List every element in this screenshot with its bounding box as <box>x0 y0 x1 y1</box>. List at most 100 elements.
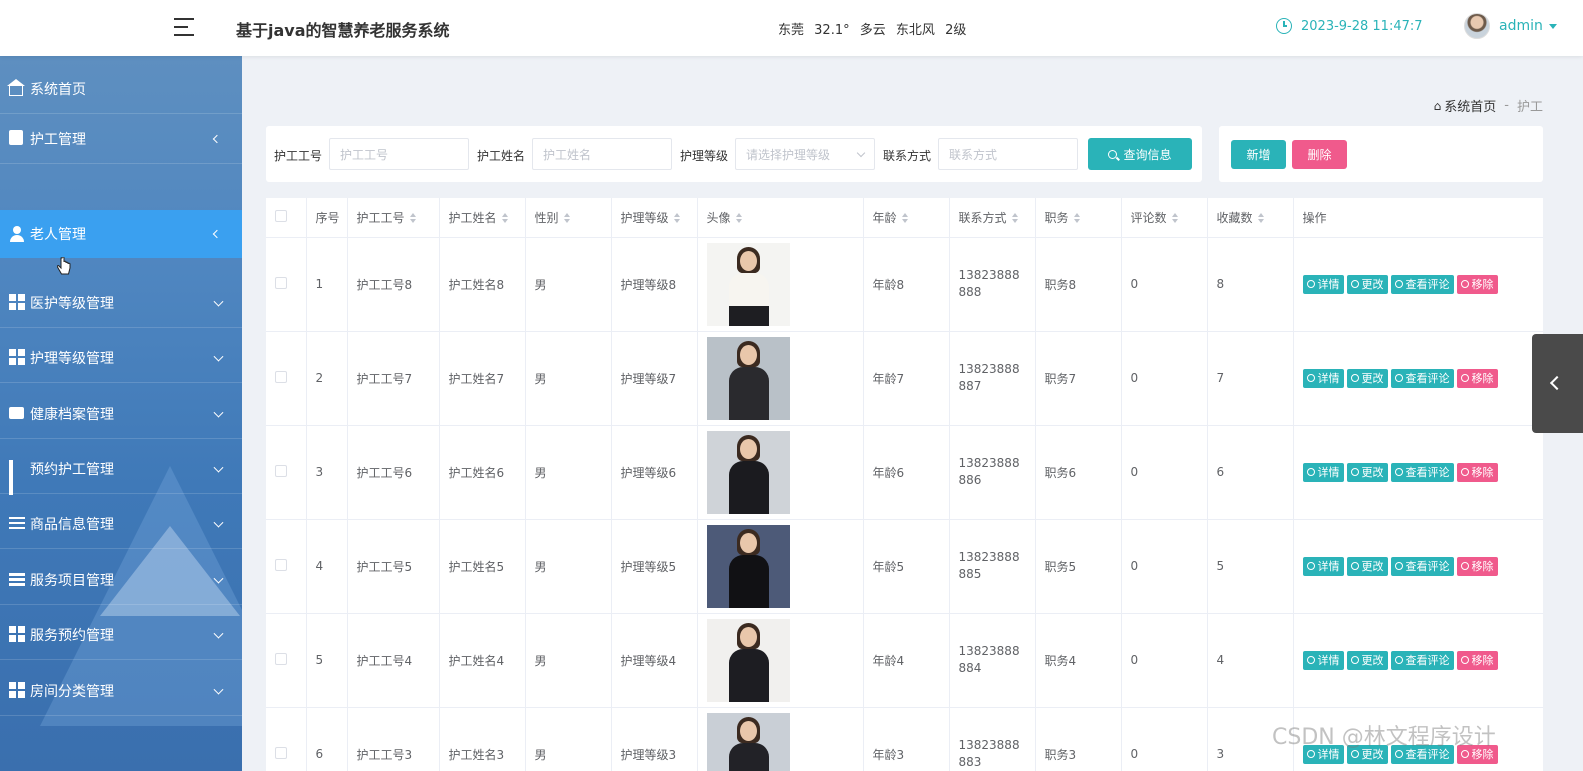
cell-care-level: 护理等级4 <box>611 613 698 708</box>
sidebar-item-caregiver-booking[interactable]: 预约护工管理 <box>0 444 242 495</box>
card-icon <box>9 407 24 419</box>
sidebar-item-care-level[interactable]: 护理等级管理 <box>0 333 242 383</box>
sidebar-item-medical-level[interactable]: 医护等级管理 <box>0 278 242 328</box>
sidebar-item-label: 服务项目管理 <box>30 572 114 589</box>
delete-button[interactable]: 删除 <box>1292 140 1347 169</box>
detail-button[interactable]: 详情 <box>1302 368 1344 388</box>
detail-button[interactable]: 详情 <box>1302 556 1344 576</box>
column-header[interactable]: 联系方式 <box>949 198 1036 238</box>
caret-down-icon[interactable] <box>1548 23 1557 29</box>
detail-button[interactable]: 详情 <box>1302 650 1344 670</box>
cell-comments: 0 <box>1121 331 1208 426</box>
menu-toggle-icon[interactable] <box>174 17 196 37</box>
view-comments-button[interactable]: 查看评论 <box>1390 556 1454 576</box>
caregiver-photo[interactable] <box>706 242 790 326</box>
sidebar-item-service-items[interactable]: 服务项目管理 <box>0 555 242 605</box>
cell-care-level: 护理等级5 <box>611 519 698 614</box>
view-comments-button[interactable]: 查看评论 <box>1390 650 1454 670</box>
sidebar-item-label: 系统首页 <box>30 81 86 98</box>
sort-icon[interactable] <box>409 213 417 224</box>
column-header[interactable]: 头像 <box>697 198 864 238</box>
sidebar-item-elderly-management[interactable]: 老人管理 <box>0 210 242 258</box>
sidebar-item-home[interactable]: 系统首页 <box>0 64 242 114</box>
sidebar-item-caregiver-management[interactable]: 护工管理 <box>0 114 242 164</box>
weather-condition: 多云 <box>859 23 886 38</box>
sort-icon[interactable] <box>673 213 681 224</box>
sort-icon[interactable] <box>1011 213 1019 224</box>
column-header[interactable]: 年龄 <box>863 198 950 238</box>
avatar[interactable] <box>1464 13 1490 39</box>
row-checkbox[interactable] <box>275 276 287 289</box>
top-header: 基于java的智慧养老服务系统 东莞 32.1° 多云 东北风 2级 2023-… <box>0 0 1583 56</box>
close-icon <box>1460 374 1469 382</box>
care-level-select[interactable]: 请选择护理等级 <box>735 138 875 170</box>
column-header[interactable]: 护理等级 <box>611 198 698 238</box>
cell-operations: 详情 更改 查看评论 移除 <box>1293 613 1543 708</box>
edit-button[interactable]: 更改 <box>1346 462 1388 482</box>
column-header[interactable]: 职务 <box>1035 198 1122 238</box>
cell-gender: 男 <box>525 331 612 426</box>
row-checkbox[interactable] <box>275 558 287 571</box>
chevron-down-icon <box>213 351 224 362</box>
edit-button[interactable]: 更改 <box>1346 368 1388 388</box>
cell-age: 年龄5 <box>863 519 950 614</box>
username[interactable]: admin <box>1499 18 1543 34</box>
cell-photo <box>697 519 864 614</box>
view-comments-button[interactable]: 查看评论 <box>1390 274 1454 294</box>
caregiver-name-input[interactable]: 护工姓名 <box>532 138 672 170</box>
caregiver-photo[interactable] <box>706 618 790 702</box>
remove-button[interactable]: 移除 <box>1456 556 1498 576</box>
care-level-label: 护理等级 <box>680 149 729 163</box>
row-checkbox[interactable] <box>275 746 287 759</box>
sort-icon[interactable] <box>735 213 743 224</box>
column-header[interactable]: 性别 <box>525 198 612 238</box>
view-comments-button[interactable]: 查看评论 <box>1390 368 1454 388</box>
remove-button[interactable]: 移除 <box>1456 368 1498 388</box>
edit-button[interactable]: 更改 <box>1346 556 1388 576</box>
caregiver-photo[interactable] <box>706 712 790 771</box>
cell-photo <box>697 237 864 332</box>
column-header[interactable]: 护工工号 <box>347 198 440 238</box>
sort-icon[interactable] <box>1257 213 1265 224</box>
grid-icon <box>9 626 25 642</box>
sidebar-item-health-records[interactable]: 健康档案管理 <box>0 389 242 439</box>
cell-index: 6 <box>306 707 348 771</box>
cell-phone: 13823888884 <box>949 613 1036 708</box>
caregiver-photo[interactable] <box>706 430 790 514</box>
column-header[interactable]: 护工姓名 <box>439 198 526 238</box>
row-checkbox[interactable] <box>275 652 287 665</box>
sidebar-item-service-booking[interactable]: 服务预约管理 <box>0 610 242 660</box>
remove-button[interactable]: 移除 <box>1456 650 1498 670</box>
user-menu[interactable]: admin <box>1464 13 1557 39</box>
caregiver-id-input[interactable]: 护工工号 <box>329 138 469 170</box>
query-button[interactable]: 查询信息 <box>1088 138 1192 170</box>
edit-button[interactable]: 更改 <box>1346 274 1388 294</box>
remove-button[interactable]: 移除 <box>1456 274 1498 294</box>
cell-caregiver-id: 护工工号6 <box>347 425 440 520</box>
select-all-checkbox[interactable] <box>275 209 287 222</box>
column-header[interactable]: 收藏数 <box>1207 198 1294 238</box>
row-checkbox[interactable] <box>275 464 287 477</box>
sidebar-item-room-category[interactable]: 房间分类管理 <box>0 666 242 716</box>
edit-button[interactable]: 更改 <box>1346 650 1388 670</box>
side-panel-toggle[interactable] <box>1532 334 1583 433</box>
column-header[interactable]: 评论数 <box>1121 198 1208 238</box>
view-comments-button[interactable]: 查看评论 <box>1390 462 1454 482</box>
cell-duty: 职务3 <box>1035 707 1122 771</box>
sort-icon[interactable] <box>901 213 909 224</box>
sort-icon[interactable] <box>1171 213 1179 224</box>
cell-index: 5 <box>306 613 348 708</box>
breadcrumb-home[interactable]: 系统首页 <box>1444 96 1496 115</box>
sidebar-item-product-info[interactable]: 商品信息管理 <box>0 499 242 549</box>
caregiver-photo[interactable] <box>706 524 790 608</box>
remove-button[interactable]: 移除 <box>1456 462 1498 482</box>
sort-icon[interactable] <box>1073 213 1081 224</box>
detail-button[interactable]: 详情 <box>1302 462 1344 482</box>
sort-icon[interactable] <box>501 213 509 224</box>
caregiver-photo[interactable] <box>706 336 790 420</box>
detail-button[interactable]: 详情 <box>1302 274 1344 294</box>
row-checkbox[interactable] <box>275 370 287 383</box>
contact-input[interactable]: 联系方式 <box>938 138 1078 170</box>
add-button[interactable]: 新增 <box>1231 140 1286 169</box>
sort-icon[interactable] <box>563 213 571 224</box>
